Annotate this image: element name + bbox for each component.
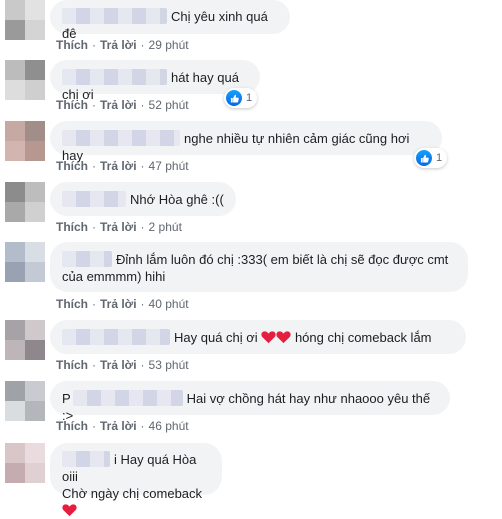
reply-link[interactable]: Trả lời [100,358,137,372]
author-name-redacted[interactable] [62,69,167,85]
comment-bubble: P Hai vợ chồng hát hay như nhaooo yêu thế… [50,381,450,423]
comment-actions: Thích · Trả lời · 47 phút [56,159,189,173]
reply-link[interactable]: Trả lời [100,38,137,52]
comment-actions: Thích · Trả lời · 46 phút [56,419,189,433]
timestamp[interactable]: 40 phút [149,297,189,311]
timestamp[interactable]: 47 phút [149,159,189,173]
comment-bubble: Hay quá chị ơi hóng chị comeback lắm [50,320,466,354]
comment-text: Nhớ Hòa ghê :(( [130,192,224,207]
timestamp[interactable]: 53 phút [149,358,189,372]
like-link[interactable]: Thích [56,159,88,173]
author-name-redacted[interactable] [62,191,126,207]
avatar[interactable] [5,60,45,100]
comment-actions: Thích · Trả lời · 52 phút [56,98,189,112]
comment-text-2: hóng chị comeback lắm [294,330,432,345]
reply-link[interactable]: Trả lời [100,297,137,311]
comment-actions: Thích · Trả lời · 53 phút [56,358,189,372]
comment-actions: Thích · Trả lời · 2 phút [56,220,182,234]
comment-bubble: Chị yêu xinh quá đê [50,0,290,41]
author-name-redacted[interactable] [72,390,183,406]
timestamp[interactable]: 52 phút [149,98,189,112]
avatar[interactable] [5,0,45,40]
like-link[interactable]: Thích [56,358,88,372]
like-link[interactable]: Thích [56,38,88,52]
author-name-redacted[interactable] [62,130,180,146]
avatar[interactable] [5,443,45,483]
timestamp[interactable]: 46 phút [149,419,189,433]
heart-emoji-icon [276,331,291,344]
reply-link[interactable]: Trả lời [100,98,137,112]
comment-text: Hay quá chị ơi [174,330,258,345]
comment-text-line-2: của emmmm) hihi [62,269,166,284]
author-name-redacted[interactable] [62,329,170,345]
like-link[interactable]: Thích [56,220,88,234]
author-name-redacted[interactable] [62,251,112,267]
reply-link[interactable]: Trả lời [100,419,137,433]
comment-bubble: nghe nhiều tự nhiên cảm giác cũng hơi ha… [50,121,442,163]
avatar[interactable] [5,182,45,222]
like-link[interactable]: Thích [56,297,88,311]
comment-bubble: Nhớ Hòa ghê :(( [50,182,236,216]
avatar[interactable] [5,381,45,421]
comment-text: Đỉnh lắm luôn đó chị :333( em biết là ch… [116,252,449,267]
like-reaction-icon [226,90,242,106]
avatar[interactable] [5,121,45,161]
avatar[interactable] [5,242,45,282]
author-initial[interactable]: P [62,391,71,406]
timestamp[interactable]: 2 phút [149,220,182,234]
like-link[interactable]: Thích [56,98,88,112]
reaction-count[interactable]: 1 [414,148,448,168]
reply-link[interactable]: Trả lời [100,159,137,173]
comment-bubble: i Hay quá Hòa oiii Chờ ngày chị comeback [50,443,222,517]
author-name-redacted[interactable] [62,451,110,467]
timestamp[interactable]: 29 phút [149,38,189,52]
like-reaction-icon [416,150,432,166]
author-name-redacted[interactable] [62,8,167,24]
heart-emoji-icon [62,504,77,517]
comment-actions: Thích · Trả lời · 29 phút [56,38,189,52]
reaction-count[interactable]: 1 [224,88,258,108]
like-link[interactable]: Thích [56,419,88,433]
avatar[interactable] [5,320,45,360]
comment-bubble: Đỉnh lắm luôn đó chị :333( em biết là ch… [50,242,468,292]
comment-text-line-2: Chờ ngày chị comeback [62,486,203,501]
comment-actions: Thích · Trả lời · 40 phút [56,297,189,311]
reply-link[interactable]: Trả lời [100,220,137,234]
heart-emoji-icon [261,331,276,344]
